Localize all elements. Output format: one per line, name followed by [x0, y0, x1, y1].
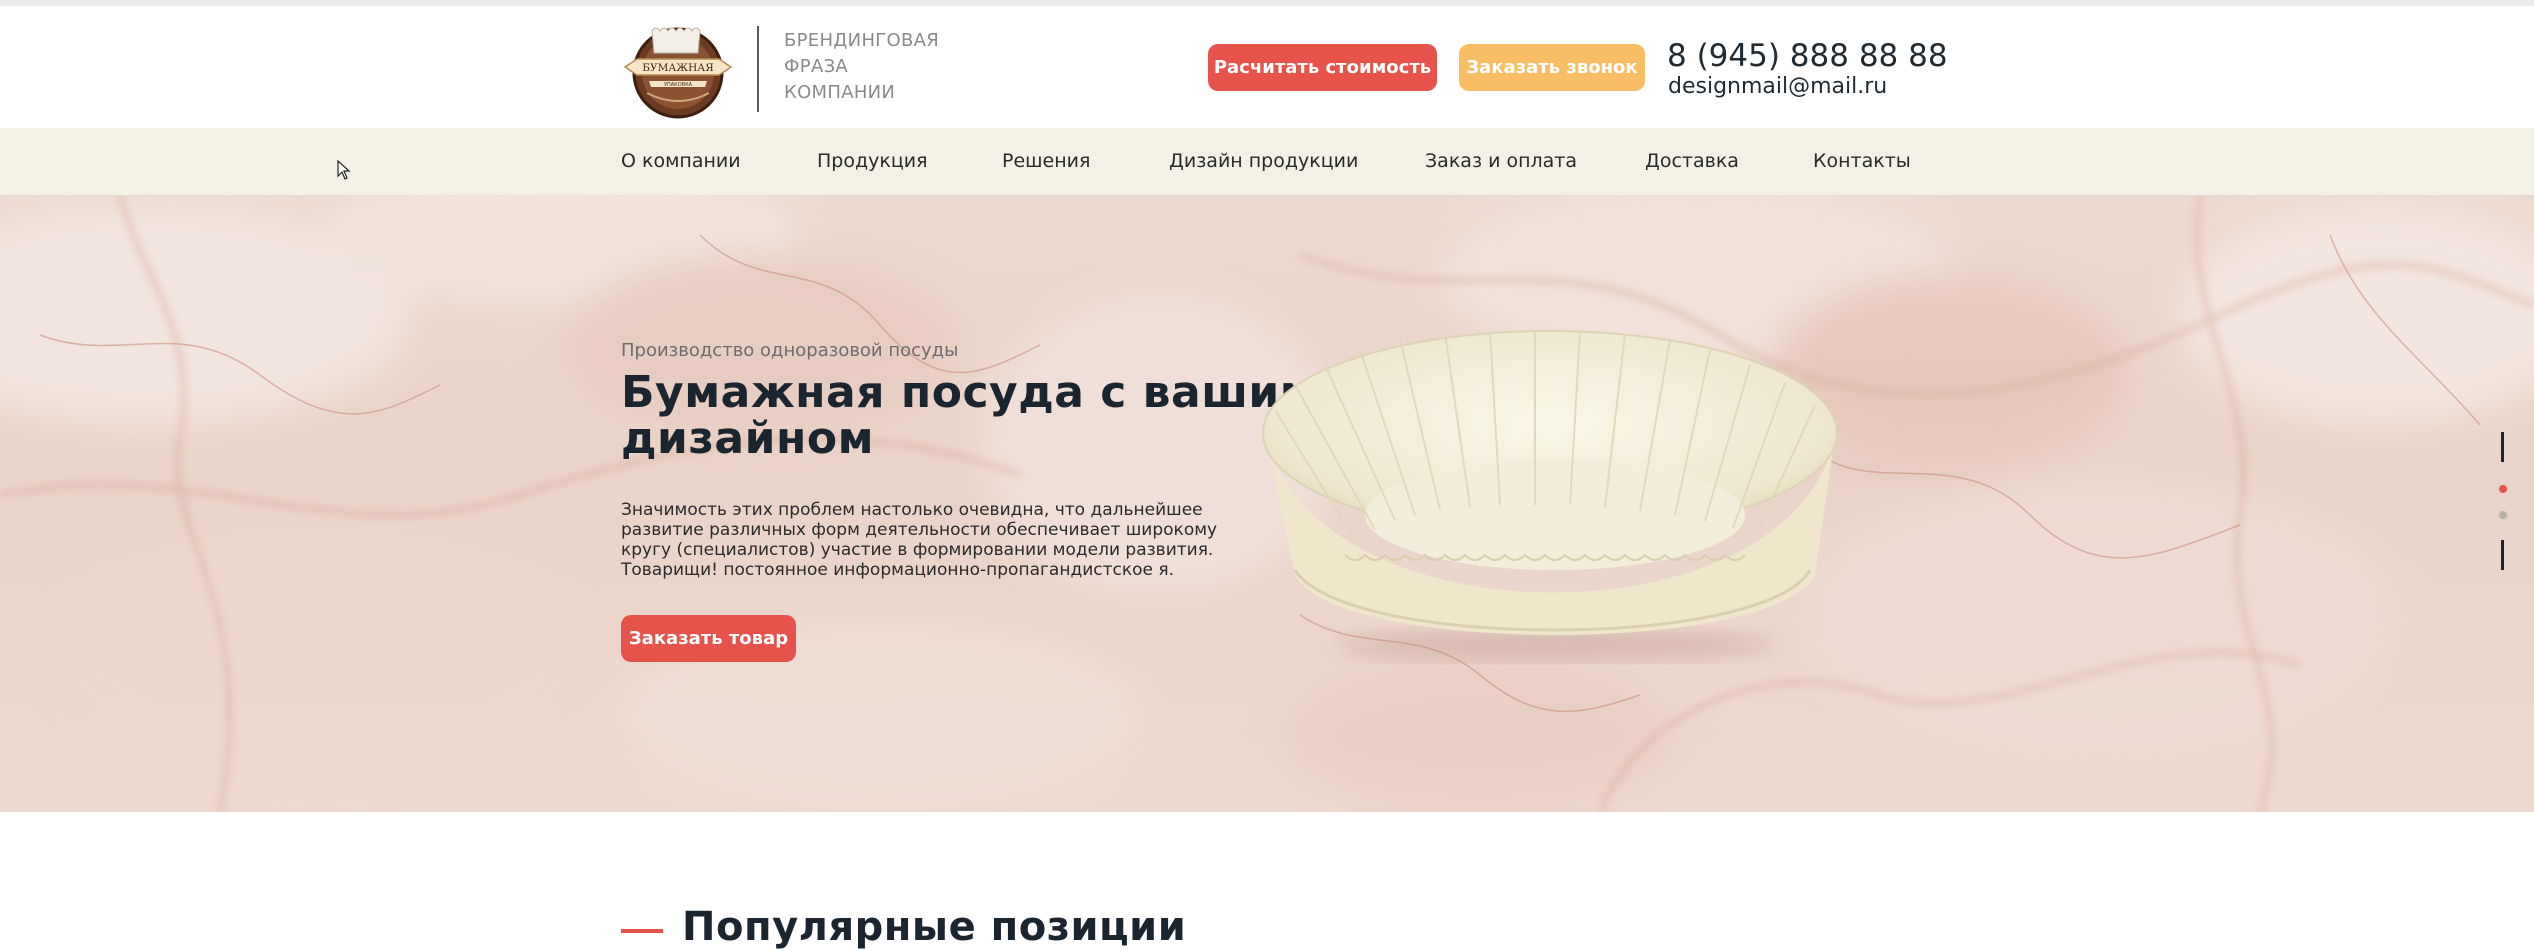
request-call-button[interactable]: Заказать звонок — [1459, 44, 1645, 91]
nav-item-products[interactable]: Продукция — [817, 128, 928, 195]
logo-text-line1: БУМАЖНАЯ — [642, 62, 713, 74]
hero-subtitle: Производство одноразовой посуды — [621, 340, 959, 361]
logo-divider — [757, 26, 759, 112]
hero-description: Значимость этих проблем настолько очевид… — [621, 500, 1218, 580]
slider-bar-top — [2501, 432, 2504, 462]
hero-banner: Производство одноразовой посуды Бумажная… — [0, 195, 2534, 812]
logo-text-line2: УПАКОВКА — [664, 82, 693, 88]
slider-dot[interactable] — [2499, 511, 2507, 519]
tagline-line: БРЕНДИНГОВАЯ — [784, 30, 940, 51]
slider-pagination — [2494, 195, 2514, 812]
nav-item-contacts[interactable]: Контакты — [1813, 128, 1911, 195]
company-logo[interactable]: БУМАЖНАЯ УПАКОВКА — [621, 23, 735, 119]
slider-dot-active[interactable] — [2499, 485, 2507, 493]
tagline-line: ФРАЗА — [784, 56, 849, 77]
nav-item-solutions[interactable]: Решения — [1002, 128, 1090, 195]
slider-bar-bottom — [2501, 540, 2504, 570]
section-title-dash — [621, 929, 663, 933]
arrow-cursor-icon — [337, 160, 351, 180]
tagline-line: КОМПАНИИ — [784, 82, 896, 103]
order-product-button[interactable]: Заказать товар — [621, 615, 796, 662]
calculate-cost-button[interactable]: Расчитать стоимость — [1208, 44, 1437, 91]
hero-title: Бумажная посуда с вашим дизайном — [621, 367, 1317, 464]
popular-items-title: Популярные позиции — [682, 904, 1187, 950]
nav-item-product-design[interactable]: Дизайн продукции — [1169, 128, 1358, 195]
brand-tagline: БРЕНДИНГОВАЯ ФРАЗА КОМПАНИИ — [784, 28, 944, 106]
nav-item-delivery[interactable]: Доставка — [1645, 128, 1739, 195]
email-link[interactable]: designmail@mail.ru — [1668, 74, 1887, 100]
main-nav: О компании Продукция Решения Дизайн прод… — [0, 128, 2534, 195]
site-header: БУМАЖНАЯ УПАКОВКА БРЕНДИНГОВАЯ ФРАЗА КОМ… — [0, 6, 2534, 128]
nav-item-about[interactable]: О компании — [621, 128, 741, 195]
paper-cup-image — [1262, 330, 1838, 661]
nav-item-order-payment[interactable]: Заказ и оплата — [1425, 128, 1577, 195]
phone-number[interactable]: 8 (945) 888 88 88 — [1667, 38, 1948, 74]
